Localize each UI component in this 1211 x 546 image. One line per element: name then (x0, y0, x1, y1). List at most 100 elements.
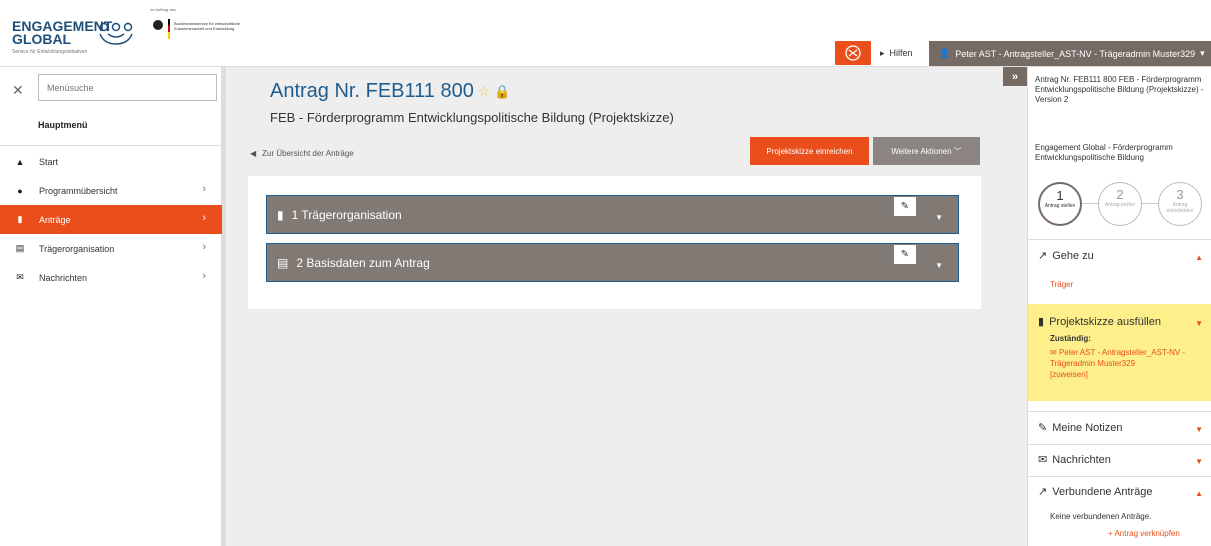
step-3: 3 Antrag entscheiden (1158, 182, 1202, 226)
sidebar-item-traegerorganisation[interactable]: ▤ Trägerorganisation › (0, 234, 222, 263)
chevron-right-icon: › (202, 241, 206, 253)
document-icon: ▮ (277, 207, 284, 222)
sidebar-item-label: Nachrichten (39, 272, 88, 283)
compass-icon: ● (17, 185, 23, 196)
application-info: Antrag Nr. FEB111 800 FEB - Förderprogra… (1035, 75, 1204, 104)
chevron-down-icon: ﹀ (953, 146, 962, 156)
linked-empty: Keine verbundenen Anträge. (1050, 512, 1152, 521)
goto-traeger-link[interactable]: Träger (1050, 280, 1073, 289)
fill-title: Projektskizze ausfüllen (1049, 315, 1161, 328)
fill-sketch-header[interactable]: ▮ Projektskizze ausfüllen (1038, 315, 1161, 329)
logo-sub: Service für Entwicklungsinitiativen (12, 49, 88, 55)
step-2: 2 Antrag prüfen (1098, 182, 1142, 226)
assignee[interactable]: ✉ Peter AST - Antragsteller_AST-NV - Trä… (1050, 347, 1210, 380)
user-name: Peter AST - Antragsteller_AST-NV - Träge… (955, 48, 1196, 59)
workflow-steps: 1 Antrag stellen 2 Antrag prüfen 3 Antra… (1038, 182, 1208, 226)
caret-down-icon: ▼ (935, 261, 943, 270)
divider (1028, 411, 1211, 412)
sidebar-item-start[interactable]: ▲ Start (0, 147, 222, 176)
hilfen-label: Hilfen (889, 48, 913, 58)
document-icon: ▮ (1038, 316, 1045, 328)
notes-header[interactable]: ✎ Meine Notizen (1038, 421, 1123, 435)
messages-header[interactable]: ✉ Nachrichten (1038, 453, 1111, 467)
caret-down-icon[interactable]: ▼ (1195, 319, 1203, 328)
link-application-link[interactable]: + Antrag verknüpfen (1108, 529, 1180, 538)
section-traegerorganisation[interactable]: ▮ 1 Trägerorganisation ✎ ▼ (266, 195, 959, 234)
form-panel: ▮ 1 Trägerorganisation ✎ ▼ ▤ 2 Basisdate… (248, 176, 981, 309)
star-icon[interactable]: ☆ (478, 83, 491, 100)
step-label: Antrag entscheiden (1166, 202, 1194, 214)
step-number: 2 (1116, 187, 1124, 202)
close-icon[interactable]: ✕ (12, 82, 24, 99)
sidebar-item-label: Trägerorganisation (39, 243, 115, 254)
caret-down-icon[interactable]: ▼ (1195, 457, 1203, 466)
organisation-info: Engagement Global - Förderprogramm Entwi… (1035, 143, 1173, 162)
envelope-icon: ✉ (16, 272, 24, 282)
step-number: 1 (1056, 188, 1064, 203)
sidebar-item-label: Start (39, 156, 59, 167)
step-1: 1 Antrag stellen (1038, 182, 1082, 226)
step-label: Antrag stellen (1044, 203, 1076, 209)
main-menu: ▲ Start ● Programmübersicht › ▮ Anträge … (0, 147, 222, 292)
support-button[interactable] (835, 41, 871, 65)
more-actions-button[interactable]: Weitere Aktionen ﹀ (873, 137, 980, 165)
submit-sketch-button[interactable]: Projektskizze einreichen (750, 137, 869, 165)
step-number: 3 (1176, 187, 1184, 202)
caret-down-icon[interactable]: ▼ (1195, 425, 1203, 434)
right-sidebar: Antrag Nr. FEB111 800 FEB - Förderprogra… (1027, 67, 1211, 546)
caret-up-icon[interactable]: ▲ (1195, 253, 1203, 262)
eagle-icon (153, 20, 163, 30)
bmz-label: Bundesministerium für wirtschaftliche Zu… (174, 21, 241, 31)
responsible-label: Zuständig: (1050, 334, 1091, 343)
step-label: Antrag prüfen (1104, 202, 1136, 208)
chevron-right-icon: › (202, 183, 206, 195)
pin-icon[interactable]: ✎ (894, 245, 916, 264)
back-to-overview-link[interactable]: ◀ Zur Übersicht der Anträge (250, 149, 354, 158)
home-icon: ▲ (15, 156, 25, 167)
sidebar-item-label: Programmübersicht (39, 185, 118, 196)
hilfen-link[interactable]: ▸ Hilfen (880, 44, 913, 62)
support-icon (845, 45, 861, 61)
chevron-right-icon: › (202, 212, 206, 224)
divider (1028, 444, 1211, 445)
institution-icon: ▤ (277, 255, 289, 270)
pin-icon[interactable]: ✎ (894, 197, 916, 216)
lock-icon: 🔒 (494, 83, 511, 99)
institution-icon: ▤ (15, 243, 25, 253)
menu-title: Hauptmenü (38, 120, 88, 130)
sidebar-resize-handle[interactable] (222, 67, 226, 546)
pin-icon: ✎ (1038, 422, 1048, 434)
sidebar-item-nachrichten[interactable]: ✉ Nachrichten › (0, 263, 222, 292)
user-icon: 👤 (939, 48, 951, 58)
arrow-icon: ↗ (1038, 250, 1048, 262)
sidebar-item-antraege[interactable]: ▮ Anträge › (0, 205, 222, 234)
page-title: Antrag Nr. FEB111 800 ☆ 🔒 (270, 80, 511, 103)
arrow-icon: ↗ (1038, 486, 1048, 498)
linked-header[interactable]: ↗ Verbundene Anträge (1038, 485, 1153, 499)
envelope-icon: ✉ (1050, 348, 1059, 357)
auftrag-label: Im Auftrag des (150, 7, 176, 12)
left-sidebar: ✕ Hauptmenü ▲ Start ● Programmübersicht … (0, 67, 222, 546)
more-actions-label: Weitere Aktionen (891, 146, 952, 156)
back-link-label: Zur Übersicht der Anträge (262, 149, 354, 158)
sidebar-item-programmuebersicht[interactable]: ● Programmübersicht › (0, 176, 222, 205)
caret-down-icon: ▼ (935, 213, 943, 222)
assign-link[interactable]: [zuweisen] (1050, 370, 1088, 379)
section-basisdaten[interactable]: ▤ 2 Basisdaten zum Antrag ✎ ▼ (266, 243, 959, 282)
collapse-right-panel-button[interactable]: » (1003, 67, 1027, 86)
goto-title: Gehe zu (1052, 249, 1094, 262)
chevron-right-icon: › (202, 270, 206, 282)
goto-header[interactable]: ↗ Gehe zu (1038, 249, 1094, 263)
caret-up-icon[interactable]: ▲ (1195, 489, 1203, 498)
user-menu[interactable]: 👤 Peter AST - Antragsteller_AST-NV - Trä… (929, 41, 1211, 66)
app-header: Im Auftrag des ENGAGEMENT GLOBAL Service… (0, 0, 1211, 67)
caret-down-icon: ▾ (1200, 48, 1205, 58)
messages-title: Nachrichten (1052, 453, 1111, 466)
german-flag-bar (168, 19, 170, 39)
page-subtitle: FEB - Förderprogramm Entwicklungspolitis… (270, 110, 674, 125)
menu-search-input[interactable] (38, 74, 217, 101)
caret-left-icon: ◀ (250, 149, 257, 158)
assignee-name: Peter AST - Antragsteller_AST-NV - Träge… (1050, 348, 1186, 368)
envelope-icon: ✉ (1038, 454, 1048, 466)
sidebar-item-label: Anträge (39, 214, 71, 225)
